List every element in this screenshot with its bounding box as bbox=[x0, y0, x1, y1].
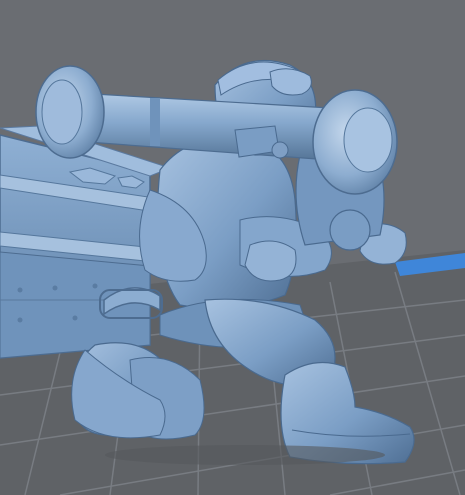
slicer-3d-viewport[interactable] bbox=[0, 0, 465, 495]
model-shadow bbox=[105, 445, 385, 465]
viewport-scene bbox=[0, 0, 465, 495]
